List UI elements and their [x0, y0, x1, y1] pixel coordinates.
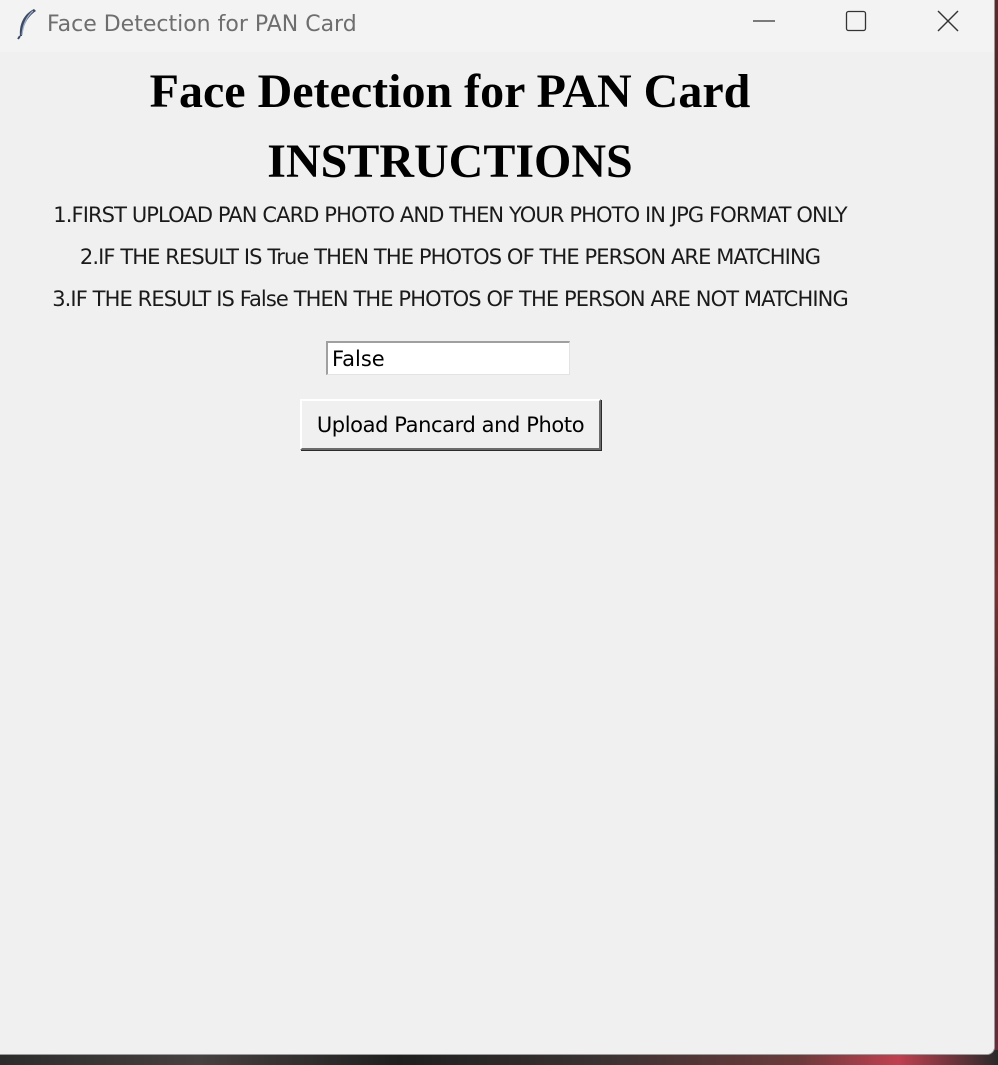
minimize-icon — [752, 9, 776, 37]
close-icon — [936, 9, 960, 37]
minimize-button[interactable] — [718, 0, 810, 46]
maximize-button[interactable] — [810, 0, 902, 46]
close-button[interactable] — [902, 0, 994, 46]
feather-icon — [14, 8, 38, 40]
instruction-line-1: 1.FIRST UPLOAD PAN CARD PHOTO AND THEN Y… — [53, 203, 847, 227]
instructions-heading: INSTRUCTIONS — [267, 135, 633, 188]
window-title: Face Detection for PAN Card — [47, 12, 357, 37]
result-field[interactable] — [326, 341, 570, 375]
upload-pancard-and-photo-button[interactable]: Upload Pancard and Photo — [300, 399, 601, 450]
page-title: Face Detection for PAN Card — [149, 65, 751, 118]
app-window: Face Detection for PAN Card Face Detecti… — [0, 0, 995, 1055]
instruction-line-3: 3.IF THE RESULT IS False THEN THE PHOTOS… — [52, 287, 849, 311]
instruction-line-2: 2.IF THE RESULT IS True THEN THE PHOTOS … — [79, 245, 821, 269]
maximize-icon — [844, 9, 868, 37]
title-bar[interactable]: Face Detection for PAN Card — [0, 0, 994, 52]
window-content: Face Detection for PAN Card INSTRUCTIONS… — [0, 52, 994, 1054]
